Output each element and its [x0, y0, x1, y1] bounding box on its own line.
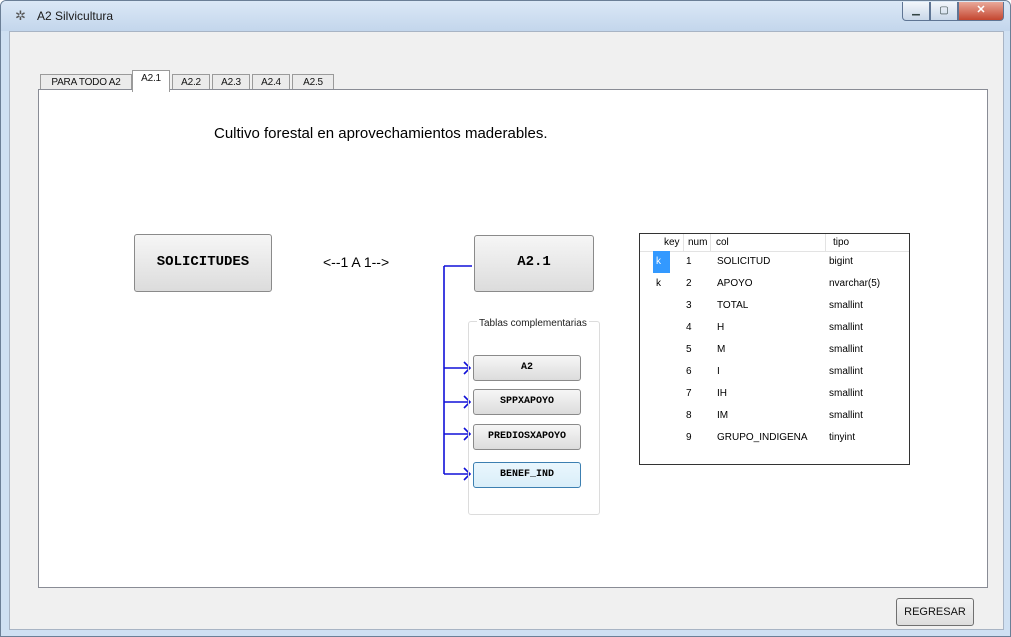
col-header-num[interactable]: num — [688, 234, 707, 251]
cell-tipo[interactable]: smallint — [829, 317, 863, 339]
cell-num[interactable]: 6 — [686, 361, 692, 383]
cell-col[interactable]: IM — [717, 405, 728, 427]
cell-tipo[interactable]: smallint — [829, 361, 863, 383]
cell-col[interactable]: M — [717, 339, 725, 361]
sppxapoyo-button[interactable]: SPPXAPOYO — [473, 389, 581, 415]
solicitudes-button[interactable]: SOLICITUDES — [134, 234, 272, 292]
regresar-button[interactable]: REGRESAR — [896, 598, 974, 626]
minimize-icon[interactable]: ▁ — [902, 2, 930, 21]
app-icon: ✲ — [15, 8, 26, 23]
window-title: A2 Silvicultura — [37, 9, 114, 23]
cell-num[interactable]: 8 — [686, 405, 692, 427]
cell-num[interactable]: 9 — [686, 427, 692, 449]
a2-button[interactable]: A2 — [473, 355, 581, 381]
cell-tipo[interactable]: bigint — [829, 251, 853, 273]
a2-1-table-button[interactable]: A2.1 — [474, 235, 594, 292]
benef-ind-button[interactable]: BENEF_IND — [473, 462, 581, 488]
cell-tipo[interactable]: smallint — [829, 339, 863, 361]
cell-num[interactable]: 2 — [686, 273, 692, 295]
cell-tipo[interactable]: smallint — [829, 295, 863, 317]
cell-num[interactable]: 3 — [686, 295, 692, 317]
cell-col[interactable]: TOTAL — [717, 295, 748, 317]
cell-col[interactable]: IH — [717, 383, 727, 405]
tab-a2-1[interactable]: A2.1 — [132, 70, 170, 92]
cell-tipo[interactable]: nvarchar(5) — [829, 273, 880, 295]
col-header-tipo[interactable]: tipo — [833, 234, 849, 251]
title-bar[interactable]: ✲ A2 Silvicultura ▁ ▢ ✕ — [1, 1, 1010, 31]
cell-col[interactable]: I — [717, 361, 720, 383]
cell-col[interactable]: SOLICITUD — [717, 251, 770, 273]
cell-tipo[interactable]: smallint — [829, 383, 863, 405]
close-icon[interactable]: ✕ — [958, 2, 1004, 21]
cell-col[interactable]: APOYO — [717, 273, 753, 295]
cell-num[interactable]: 1 — [686, 251, 692, 273]
tab-panel-a2-1: Cultivo forestal en aprovechamientos mad… — [38, 89, 988, 588]
cell-col[interactable]: GRUPO_INDIGENA — [717, 427, 808, 449]
cell-tipo[interactable]: tinyint — [829, 427, 855, 449]
cell-col[interactable]: H — [717, 317, 724, 339]
col-header-col[interactable]: col — [716, 234, 729, 251]
grid-header: key num col tipo — [640, 234, 909, 252]
form-client-area: PARA TODO A2 A2.1 A2.2 A2.3 A2.4 A2.5 Cu… — [9, 31, 1004, 630]
cell-num[interactable]: 7 — [686, 383, 692, 405]
cell-key[interactable]: k — [656, 273, 661, 295]
col-header-key[interactable]: key — [664, 234, 680, 251]
relation-label: <--1 A 1--> — [323, 254, 390, 270]
cell-key[interactable]: k — [656, 251, 661, 273]
window-controls: ▁ ▢ ✕ — [902, 2, 1004, 21]
group-label: Tablas complementarias — [477, 318, 589, 329]
app-window: ✲ A2 Silvicultura ▁ ▢ ✕ PARA TODO A2 A2.… — [0, 0, 1011, 637]
page-title: Cultivo forestal en aprovechamientos mad… — [214, 125, 548, 142]
prediosxapoyo-button[interactable]: PREDIOSXAPOYO — [473, 424, 581, 450]
columns-grid[interactable]: key num col tipo k 1 SOLICITUD bigint k … — [639, 233, 910, 465]
cell-num[interactable]: 4 — [686, 317, 692, 339]
maximize-icon[interactable]: ▢ — [930, 2, 958, 21]
cell-tipo[interactable]: smallint — [829, 405, 863, 427]
cell-num[interactable]: 5 — [686, 339, 692, 361]
